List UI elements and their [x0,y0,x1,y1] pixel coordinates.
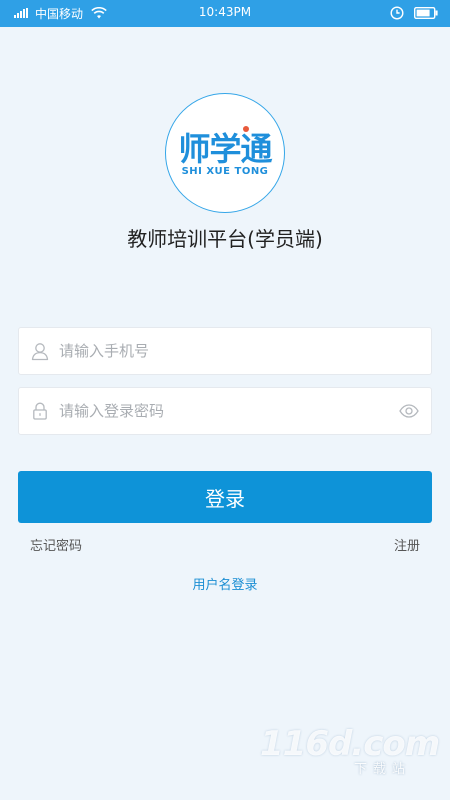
eye-icon[interactable] [399,403,419,419]
app-title: 教师培训平台(学员端) [127,227,323,251]
logo-english-text: SHI XUE TONG [181,166,269,177]
status-right [390,5,438,21]
lock-icon [33,402,47,420]
watermark: 116d.com 下载站 [260,724,440,780]
watermark-brand: 116d.com [260,724,440,764]
battery-icon [414,7,438,19]
logo-dot [243,126,249,132]
register-link[interactable]: 注册 [394,535,420,554]
status-bar: 中国移动 10:43PM [0,0,450,27]
user-icon [31,343,49,361]
app-logo: 师学通 SHI XUE TONG [165,93,285,213]
password-field[interactable] [18,387,432,435]
status-time: 10:43PM [198,5,252,19]
username-login-link[interactable]: 用户名登录 [0,574,450,593]
login-button[interactable]: 登录 [18,471,432,523]
forgot-password-link[interactable]: 忘记密码 [30,535,82,554]
phone-input[interactable] [59,328,399,374]
clock-icon [390,6,404,20]
phone-field[interactable] [18,327,432,375]
watermark-sub: 下载站 [354,762,412,777]
logo-chinese-text: 师学通 [178,130,272,168]
password-input[interactable] [59,388,399,434]
